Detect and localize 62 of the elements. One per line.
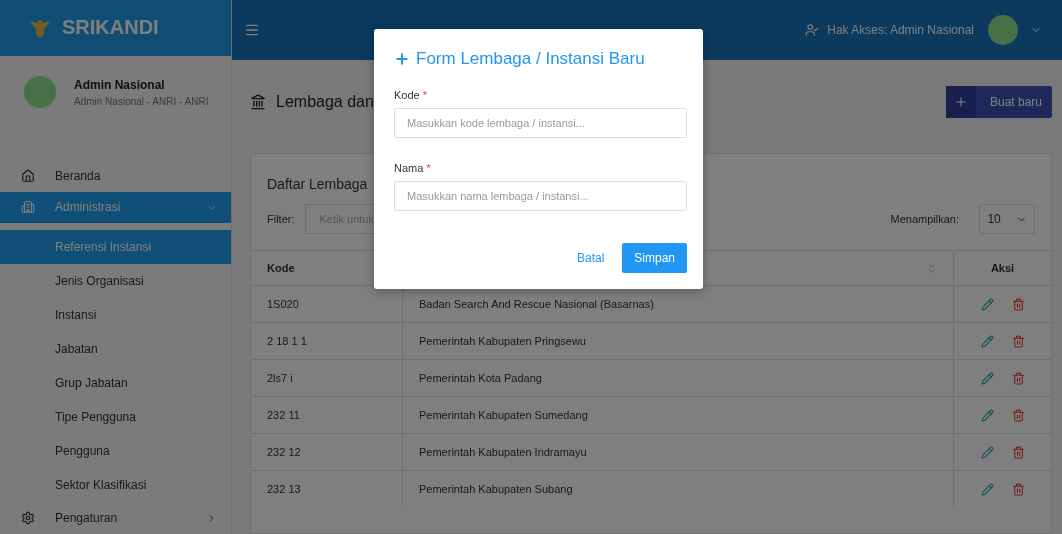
profile-subtitle: Admin Nasional - ANRI - ANRI	[74, 95, 209, 107]
edit-icon[interactable]	[980, 482, 994, 496]
edit-icon[interactable]	[980, 408, 994, 422]
input-field[interactable]: Masukkan nama lembaga / instansi...	[394, 181, 687, 211]
page-title: Lembaga dan	[276, 93, 374, 111]
delete-icon[interactable]	[1011, 408, 1025, 422]
save-button[interactable]: Simpan	[622, 243, 687, 273]
modal-title: Form Lembaga / Instansi Baru	[416, 49, 645, 69]
column-header: Aksi	[954, 250, 1051, 285]
table-cell: Pemerintah Kabupaten Subang	[403, 470, 954, 507]
submenu-item[interactable]: Referensi Instansi	[0, 230, 231, 265]
settings-icon	[20, 511, 35, 526]
table-cell: Pemerintah Kota Padang	[403, 359, 954, 396]
table-cell: Pemerintah Kabupaten Pringsewu	[403, 322, 954, 359]
delete-icon[interactable]	[1011, 482, 1025, 496]
plus-icon	[394, 51, 410, 67]
delete-icon[interactable]	[1011, 371, 1025, 385]
table-cell: 232 13	[251, 470, 403, 507]
submenu-item[interactable]: Instansi	[0, 298, 231, 333]
submenu-item[interactable]: Jabatan	[0, 332, 231, 367]
access-label: Hak Akses: Admin Nasional	[827, 23, 974, 37]
delete-icon[interactable]	[1011, 445, 1025, 459]
table-cell: Pemerintah Kabupaten Indramayu	[403, 433, 954, 470]
show-label: Menampilkan:	[890, 213, 959, 225]
submenu-item[interactable]: Grup Jabatan	[0, 366, 231, 401]
institution-icon	[250, 94, 266, 110]
sidebar-item[interactable]: Pengaturan	[0, 502, 231, 534]
submenu-item[interactable]: Tipe Pengguna	[0, 400, 231, 435]
plus-icon	[953, 95, 968, 109]
submenu-item[interactable]: Sektor Klasifikasi	[0, 468, 231, 503]
edit-icon[interactable]	[980, 334, 994, 348]
table-cell: 232 12	[251, 433, 403, 470]
edit-icon[interactable]	[980, 371, 994, 385]
table-cell: 2ls7 i	[251, 359, 403, 396]
submenu-item[interactable]: Jenis Organisasi	[0, 264, 231, 299]
brand-name: SRIKANDI	[62, 16, 159, 40]
sidebar-item[interactable]: Administrasi	[0, 191, 231, 224]
submenu-item[interactable]: Pengguna	[0, 434, 231, 469]
menu-icon[interactable]	[244, 22, 260, 38]
cancel-button[interactable]: Batal	[576, 251, 605, 265]
field-label: Kode *	[394, 89, 429, 101]
profile-name: Admin Nasional	[74, 77, 166, 92]
input-field[interactable]: Masukkan kode lembaga / instansi...	[394, 108, 687, 138]
sidebar-item[interactable]: Beranda	[0, 159, 231, 192]
table-cell: 232 11	[251, 396, 403, 433]
user-icon	[805, 23, 820, 37]
filter-label: Filter:	[267, 213, 295, 225]
user-avatar[interactable]	[988, 15, 1018, 45]
page-size-select[interactable]: 10	[979, 204, 1035, 234]
create-button[interactable]: Buat baru	[945, 86, 1052, 118]
avatar	[24, 75, 56, 108]
card-title: Daftar Lembaga	[267, 176, 368, 192]
home-icon	[20, 168, 35, 183]
delete-icon[interactable]	[1011, 334, 1025, 348]
table-cell: 2 18 1 1	[251, 322, 403, 359]
field-label: Nama *	[394, 162, 432, 174]
edit-icon[interactable]	[980, 297, 994, 311]
building-icon	[20, 200, 35, 215]
sort-icon[interactable]	[926, 262, 937, 274]
table-cell: Pemerintah Kabupaten Sumedang	[403, 396, 954, 433]
edit-icon[interactable]	[980, 445, 994, 459]
delete-icon[interactable]	[1011, 297, 1025, 311]
